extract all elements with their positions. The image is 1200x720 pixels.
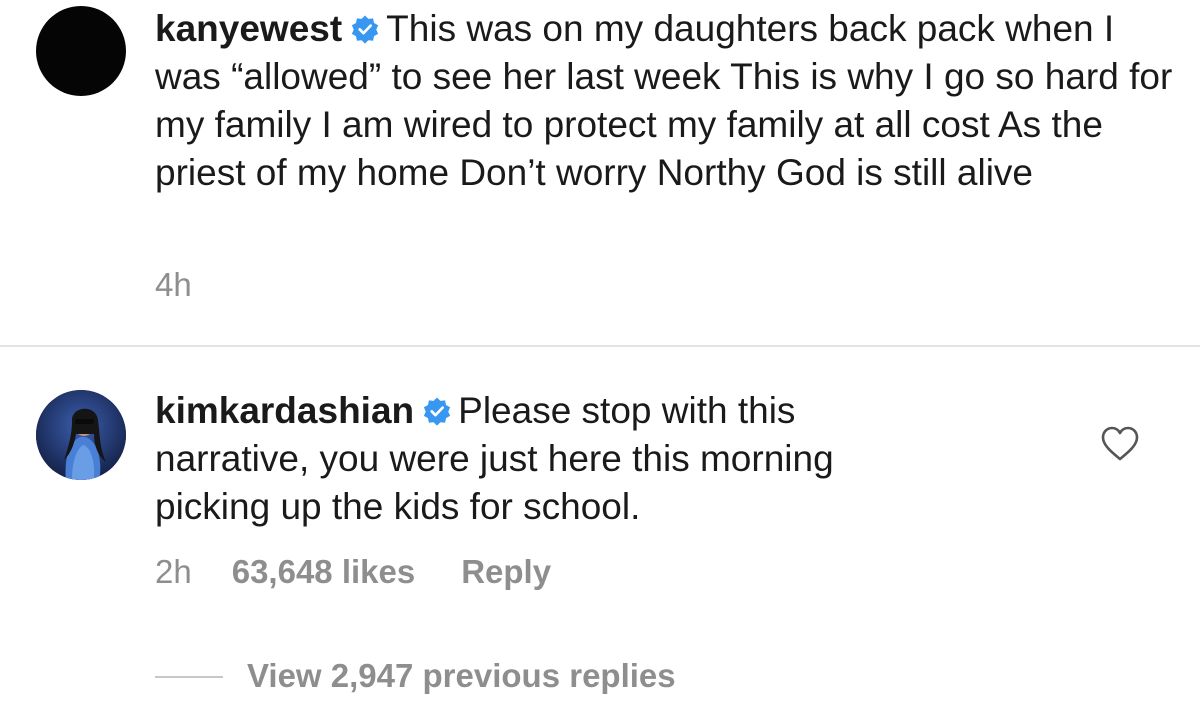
avatar[interactable] xyxy=(36,6,126,96)
comment-meta: 4h xyxy=(155,265,192,305)
comment-timestamp: 2h xyxy=(155,553,192,590)
comment-kimkardashian: kimkardashian Please stop with this narra… xyxy=(0,347,1200,720)
likes-count[interactable]: 63,648 likes xyxy=(232,552,416,592)
reply-button[interactable]: Reply xyxy=(461,552,551,592)
comment-meta: 2h 63,648 likes Reply xyxy=(155,552,551,592)
heart-outline-icon[interactable] xyxy=(1100,425,1140,463)
comment-body: kimkardashian Please stop with this narra… xyxy=(155,387,955,531)
comment-body: kanyewest This was on my daughters back p… xyxy=(155,5,1175,197)
view-replies-label[interactable]: View 2,947 previous replies xyxy=(247,656,676,696)
verified-badge-icon xyxy=(350,14,380,44)
comment-kanyewest: kanyewest This was on my daughters back p… xyxy=(0,0,1200,345)
verified-badge-icon xyxy=(422,396,452,426)
replies-divider-line xyxy=(155,676,223,678)
comment-username[interactable]: kimkardashian xyxy=(155,390,414,431)
comment-timestamp: 4h xyxy=(155,266,192,303)
comment-username[interactable]: kanyewest xyxy=(155,8,342,49)
avatar[interactable] xyxy=(36,390,126,480)
